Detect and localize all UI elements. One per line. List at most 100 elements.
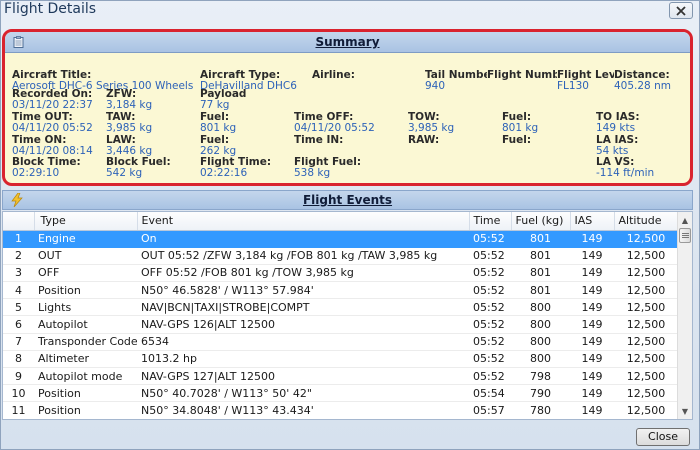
table-row[interactable]: 9 Autopilot mode NAV-GPS 127|ALT 12500 0…: [3, 367, 678, 386]
airline-field: Airline:: [312, 70, 412, 81]
lightning-icon: [11, 193, 23, 207]
flight-events-header: Flight Events: [2, 190, 693, 210]
field-value: -114 ft/min: [596, 167, 655, 179]
time-out-field: Time OUT: 04/11/20 05:52: [12, 112, 107, 134]
row-ias: 149: [570, 333, 614, 351]
row-time: 05:52: [469, 247, 511, 265]
row-ias: 149: [570, 264, 614, 283]
table-row[interactable]: 1 Engine On 05:52 801 149 12,500: [3, 230, 678, 248]
out-fuel-field: Fuel: 801 kg: [200, 112, 290, 134]
row-time: 05:57: [469, 401, 511, 419]
row-event: OFF 05:52 /FOB 801 kg /TOW 3,985 kg: [137, 264, 469, 283]
field-value: 262 kg: [200, 145, 237, 157]
row-time: 05:54: [469, 384, 511, 403]
summary-title: Summary: [315, 35, 380, 49]
vertical-scrollbar[interactable]: ▲ ▼: [677, 212, 692, 419]
row-index: 4: [3, 281, 34, 300]
row-altitude: 12,500: [614, 367, 678, 386]
row-event: N50° 40.7028' / W113° 50' 42": [137, 384, 469, 403]
table-row[interactable]: 8 Altimeter 1013.2 hp 05:52 800 149 12,5…: [3, 350, 678, 369]
scrollbar-thumb[interactable]: [679, 228, 691, 243]
flight-level-field: Flight Level: FL130: [557, 70, 614, 92]
scroll-down-arrow-icon[interactable]: ▼: [678, 404, 692, 418]
field-value: 3,985 kg: [106, 122, 153, 134]
close-button[interactable]: Close: [636, 428, 690, 446]
zfw-field: ZFW: 3,184 kg: [106, 89, 196, 111]
row-fuel: 801: [511, 264, 570, 283]
row-event: N50° 46.5828' / W113° 57.984': [137, 281, 469, 300]
row-ias: 149: [570, 247, 614, 265]
tow-field: TOW: 3,985 kg: [408, 112, 498, 134]
row-type: Position: [34, 281, 137, 300]
tail-number-field: Tail Number: 940: [425, 70, 487, 92]
column-header-fuel[interactable]: Fuel (kg): [511, 212, 571, 231]
column-header-time[interactable]: Time: [469, 212, 512, 231]
taw-field: TAW: 3,985 kg: [106, 112, 196, 134]
law-field: LAW: 3,446 kg: [106, 135, 196, 157]
field-label: Time IN:: [294, 135, 344, 146]
table-row[interactable]: 5 Lights NAV|BCN|TAXI|STROBE|COMPT 05:52…: [3, 298, 678, 317]
row-index: 9: [3, 367, 34, 386]
field-value: FL130: [557, 80, 589, 92]
column-header-type[interactable]: Type: [34, 212, 138, 231]
row-ias: 149: [570, 401, 614, 419]
field-value: 04/11/20 05:52: [294, 122, 375, 134]
flight-number-field: Flight Number:: [487, 70, 557, 81]
field-value: 801 kg: [502, 122, 539, 134]
table-row[interactable]: 3 OFF OFF 05:52 /FOB 801 kg /TOW 3,985 k…: [3, 264, 678, 283]
row-fuel: 790: [511, 384, 570, 403]
table-row[interactable]: 11 Position N50° 34.8048' / W113° 43.434…: [3, 401, 678, 419]
flight-events-title: Flight Events: [302, 193, 393, 207]
table-row[interactable]: 6 Autopilot NAV-GPS 126|ALT 12500 05:52 …: [3, 315, 678, 334]
column-header-ias[interactable]: IAS: [570, 212, 615, 231]
row-event: NAV-GPS 127|ALT 12500: [137, 367, 469, 386]
field-value: 3,985 kg: [408, 122, 455, 134]
window-close-button[interactable]: [669, 2, 693, 19]
table-row[interactable]: 7 Transponder Code 6534 05:52 800 149 12…: [3, 333, 678, 351]
row-ias: 149: [570, 298, 614, 317]
row-event: N50° 34.8048' / W113° 43.434': [137, 401, 469, 419]
la-vs-field: LA VS: -114 ft/min: [596, 157, 686, 179]
column-header-event[interactable]: Event: [137, 212, 470, 231]
scroll-up-arrow-icon[interactable]: ▲: [678, 213, 692, 227]
field-value: 149 kts: [596, 122, 636, 134]
flight-fuel-field: Flight Fuel: 538 kg: [294, 157, 404, 179]
row-type: Transponder Code: [34, 333, 137, 351]
table-header-row: Type Event Time Fuel (kg) IAS Altitude: [3, 212, 679, 231]
row-fuel: 801: [511, 230, 570, 248]
row-index: 5: [3, 298, 34, 317]
column-header-altitude[interactable]: Altitude: [614, 212, 679, 231]
table-row[interactable]: 2 OUT OUT 05:52 /ZFW 3,184 kg /FOB 801 k…: [3, 247, 678, 265]
row-fuel: 798: [511, 367, 570, 386]
field-value: 542 kg: [106, 167, 143, 179]
block-fuel-field: Block Fuel: 542 kg: [106, 157, 196, 179]
column-header-index[interactable]: [3, 212, 35, 231]
row-fuel: 801: [511, 247, 570, 265]
row-fuel: 800: [511, 350, 570, 369]
off-fuel-field: Fuel: 801 kg: [502, 112, 592, 134]
row-event: NAV|BCN|TAXI|STROBE|COMPT: [137, 298, 469, 317]
row-fuel: 780: [511, 401, 570, 419]
row-time: 05:52: [469, 230, 511, 248]
row-type: Lights: [34, 298, 137, 317]
block-time-field: Block Time: 02:29:10: [12, 157, 107, 179]
row-event: On: [137, 230, 469, 248]
row-ias: 149: [570, 350, 614, 369]
field-label: RAW:: [408, 135, 440, 146]
table-row[interactable]: 4 Position N50° 46.5828' / W113° 57.984'…: [3, 281, 678, 300]
row-time: 05:52: [469, 350, 511, 369]
flight-events-grid[interactable]: Type Event Time Fuel (kg) IAS Altitude 1…: [2, 211, 693, 420]
row-type: Autopilot mode: [34, 367, 137, 386]
row-time: 05:52: [469, 281, 511, 300]
row-type: OFF: [34, 264, 137, 283]
time-in-field: Time IN:: [294, 135, 404, 146]
clipboard-icon: [13, 36, 24, 48]
row-altitude: 12,500: [614, 298, 678, 317]
table-row[interactable]: 10 Position N50° 40.7028' / W113° 50' 42…: [3, 384, 678, 403]
row-index: 1: [3, 230, 34, 248]
field-value: 54 kts: [596, 145, 629, 157]
row-fuel: 800: [511, 333, 570, 351]
field-value: 801 kg: [200, 122, 237, 134]
flight-details-window: Flight Details Summary Aircraft Title: A…: [0, 0, 700, 450]
field-value: 03/11/20 22:37: [12, 99, 93, 111]
